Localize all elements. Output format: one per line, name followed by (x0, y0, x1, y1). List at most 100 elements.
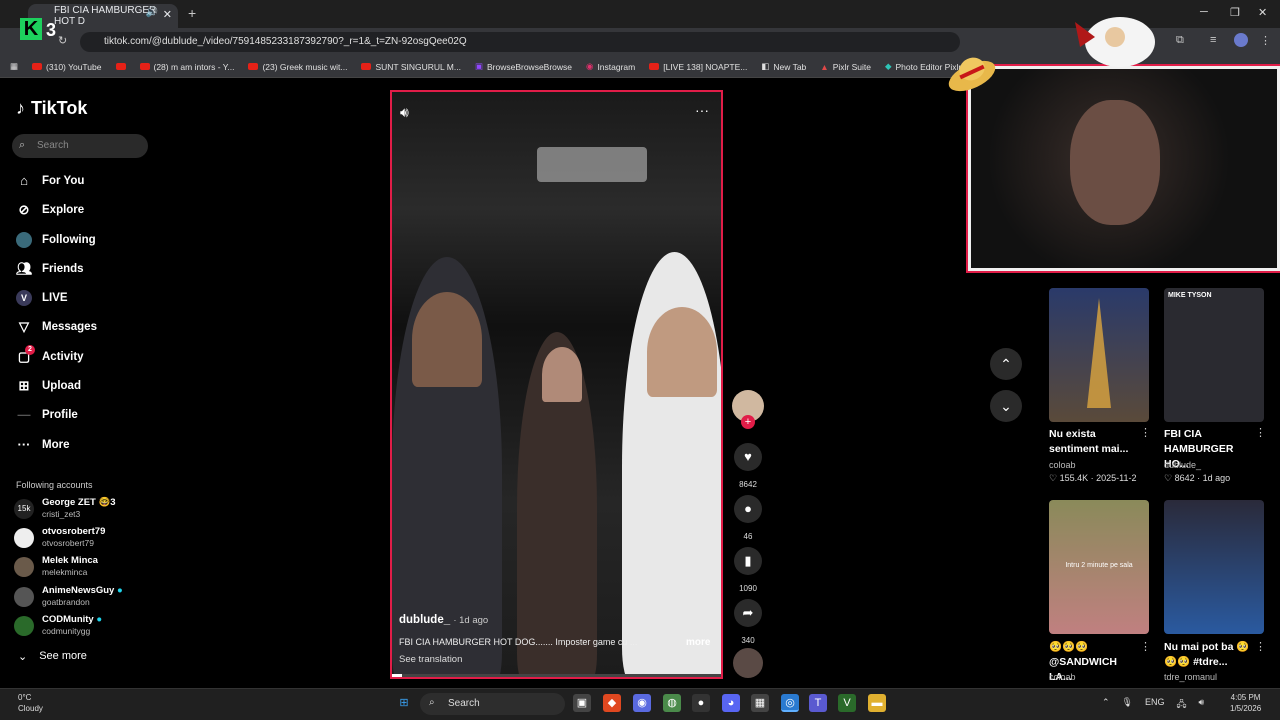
share-action[interactable]: ➦ 340 (734, 599, 762, 645)
weather-widget[interactable]: 0°C Cloudy (18, 692, 43, 714)
language-indicator[interactable]: ENG (1145, 697, 1165, 713)
video-options-icon[interactable]: ··· (695, 102, 709, 118)
related-title[interactable]: Nu exista sentiment mai... (1049, 427, 1137, 457)
nav-profile[interactable]: — Profile (16, 407, 78, 422)
sound-disc-icon[interactable] (733, 648, 763, 678)
chrome-icon[interactable]: ◎ (781, 694, 799, 712)
twitch-icon: ▣ (474, 61, 483, 71)
avatar (14, 527, 34, 548)
account-item[interactable]: AnimeNewsGuy ● goatbrandon (14, 585, 123, 608)
app-icon[interactable]: ◍ (663, 694, 681, 712)
bookmark-item[interactable]: ◧ New Tab (761, 61, 806, 72)
nav-friends[interactable]: 👥︎ Friends (16, 261, 84, 277)
related-author[interactable]: coloab (1049, 672, 1076, 682)
bookmark-icon: ▮ (734, 547, 762, 575)
bookmark-item[interactable]: (23) Greek music wit... (248, 62, 347, 72)
brave-icon[interactable]: ◆ (603, 694, 621, 712)
speaker-icon[interactable]: 🔊︎ (1199, 697, 1205, 713)
profile-avatar[interactable] (1234, 33, 1248, 47)
reload-icon[interactable]: ↻ (58, 34, 67, 47)
related-author[interactable]: coloab (1049, 460, 1076, 470)
new-tab-button[interactable]: + (188, 5, 196, 21)
maximize-icon[interactable]: ❐ (1230, 6, 1240, 19)
next-video-button[interactable]: ⌄ (990, 390, 1022, 422)
teams-icon[interactable]: T (809, 694, 827, 712)
see-more-button[interactable]: ⌄ See more (18, 650, 87, 663)
verified-icon: ● (96, 614, 103, 625)
person-face (647, 307, 717, 397)
bookmark-item[interactable]: (28) m am intors - Y... (139, 62, 234, 72)
related-thumbnail[interactable] (1164, 500, 1264, 634)
related-thumbnail[interactable]: Intru 2 minute pe sala (1049, 500, 1149, 634)
nav-activity[interactable]: ▢ 2 Activity (16, 345, 84, 365)
related-options-icon[interactable]: ⋮ (1255, 426, 1266, 439)
apps-icon[interactable]: ▦ (10, 61, 18, 72)
calculator-icon[interactable]: ▦ (751, 694, 769, 712)
account-item[interactable]: 15k George ZET 🤓3 cristi_zet3 (14, 497, 116, 520)
pixlr-icon: ▲ (820, 61, 829, 72)
window-close-icon[interactable]: ✕ (1258, 6, 1267, 19)
tab-audio-icon[interactable]: 🔊 (146, 7, 158, 18)
video-author[interactable]: dublude_ · 1d ago (399, 614, 488, 626)
avatar (14, 556, 34, 577)
extensions-icon[interactable]: ⧉ (1176, 34, 1184, 47)
related-options-icon[interactable]: ⋮ (1255, 640, 1266, 653)
bookmark-item[interactable]: [LIVE 138] NOAPTE... (649, 62, 747, 72)
file-explorer-icon[interactable]: ▬ (868, 694, 886, 712)
discord-icon[interactable]: ◕ (722, 694, 740, 712)
video-player[interactable]: 🔊︎ ··· (390, 90, 723, 679)
follow-plus-button[interactable]: + (741, 415, 755, 429)
url-field[interactable]: tiktok.com/@dublude_/video/7591485233187… (80, 32, 960, 52)
nav-live[interactable]: V LIVE (16, 290, 68, 306)
caption-more-link[interactable]: more (686, 637, 710, 648)
minimize-icon[interactable]: ─ (1200, 6, 1208, 18)
browser-menu-icon[interactable]: ⋮ (1260, 34, 1271, 47)
like-action[interactable]: ♥ 8642 (734, 443, 762, 489)
nav-more[interactable]: ··· More (16, 437, 70, 452)
progress-bar[interactable] (392, 674, 721, 677)
nav-explore[interactable]: ⊘ Explore (16, 202, 85, 218)
nav-messages[interactable]: ▽ Messages (16, 319, 97, 335)
taskbar-clock[interactable]: 4:05 PM 1/5/2026 (1230, 692, 1261, 714)
copilot-icon[interactable]: ◉ (633, 694, 651, 712)
taskbar-search[interactable]: ⌕ Search (420, 693, 565, 715)
nav-upload[interactable]: ⊞ Upload (16, 378, 81, 394)
bookmark-item[interactable]: ▣ BrowseBrowseBrowse (475, 61, 572, 72)
chevron-up-icon[interactable]: ⌃ (1102, 697, 1110, 713)
comment-action[interactable]: ● 46 (734, 495, 762, 541)
related-options-icon[interactable]: ⋮ (1140, 640, 1151, 653)
tab-close-icon[interactable]: ✕ (163, 8, 172, 21)
obs-icon[interactable]: ● (692, 694, 710, 712)
tiktok-logo[interactable]: ♪ TikTok (16, 98, 87, 119)
account-item[interactable]: Melek Minca melekminca (14, 555, 98, 578)
microphone-icon[interactable]: 🎙︎ (1122, 697, 1133, 713)
account-item[interactable]: otvosrobert79 otvosrobert79 (14, 526, 105, 549)
related-thumbnail[interactable]: MIKE TYSON (1164, 288, 1264, 422)
related-author[interactable]: dublude_ (1164, 460, 1201, 470)
account-item[interactable]: CODMunity ● codmunitygg (14, 614, 102, 637)
search-input[interactable]: ⌕ Search (12, 134, 148, 158)
network-icon[interactable]: 🖧︎ (1177, 697, 1187, 713)
eiffel-tower-icon (1087, 298, 1111, 408)
bookmark-item[interactable] (115, 63, 126, 70)
bookmark-item[interactable]: ▲ Pixlr Suite (820, 62, 871, 72)
related-thumbnail[interactable] (1049, 288, 1149, 422)
see-translation-link[interactable]: See translation (399, 654, 462, 665)
windows-start-icon[interactable]: ⊞ (395, 694, 413, 712)
save-action[interactable]: ▮ 1090 (734, 547, 762, 593)
system-tray: ⌃ 🎙︎ ENG 🖧︎ 🔊︎ (1102, 697, 1204, 713)
bookmark-item[interactable]: ◉ Instagram (586, 61, 635, 72)
bookmark-item[interactable]: SUNT SINGURUL M... (361, 62, 461, 72)
nav-following[interactable]: Following (16, 232, 96, 248)
related-options-icon[interactable]: ⋮ (1140, 426, 1151, 439)
previous-video-button[interactable]: ⌃ (990, 348, 1022, 380)
search-icon: ⌕ (19, 139, 26, 151)
bookmark-item[interactable]: (310) YouTube (32, 62, 102, 72)
nav-for-you[interactable]: ⌂ For You (16, 173, 84, 188)
volume-icon[interactable]: 🔊︎ (400, 104, 409, 121)
related-author[interactable]: tdre_romanul (1164, 672, 1217, 682)
related-title[interactable]: Nu mai pot ba 🥺🥺🥺 #tdre... (1164, 640, 1254, 670)
task-view-icon[interactable]: ▣ (573, 694, 591, 712)
app-icon[interactable]: V (838, 694, 856, 712)
media-icon[interactable]: ≡ (1210, 34, 1216, 46)
